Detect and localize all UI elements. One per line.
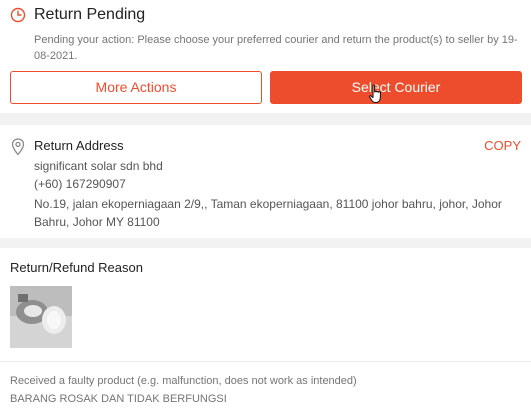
- more-actions-button[interactable]: More Actions: [10, 71, 262, 104]
- clock-icon: [10, 7, 26, 23]
- address-phone: (+60) 167290907: [34, 177, 126, 191]
- reason-note: BARANG ROSAK DAN TIDAK BERFUNGSI: [10, 393, 227, 405]
- copy-address-button[interactable]: COPY: [484, 138, 521, 153]
- evidence-photo-thumbnail[interactable]: [10, 286, 72, 348]
- address-street: No.19, jalan ekoperniagaan 2/9,, Taman e…: [34, 197, 502, 229]
- address-recipient-name: significant solar sdn bhd: [34, 159, 163, 173]
- hand-cursor-icon: [369, 84, 381, 103]
- reason-text: Received a faulty product (e.g. malfunct…: [10, 375, 357, 387]
- section-divider: [0, 361, 531, 362]
- reason-title: Return/Refund Reason: [10, 260, 143, 275]
- location-pin-icon: [11, 138, 25, 156]
- return-address-title: Return Address: [34, 138, 124, 153]
- status-title: Return Pending: [34, 6, 146, 23]
- status-description: Pending your action: Please choose your …: [34, 34, 518, 62]
- select-courier-button[interactable]: Select Courier: [270, 71, 522, 104]
- product-photo-image: [10, 286, 72, 348]
